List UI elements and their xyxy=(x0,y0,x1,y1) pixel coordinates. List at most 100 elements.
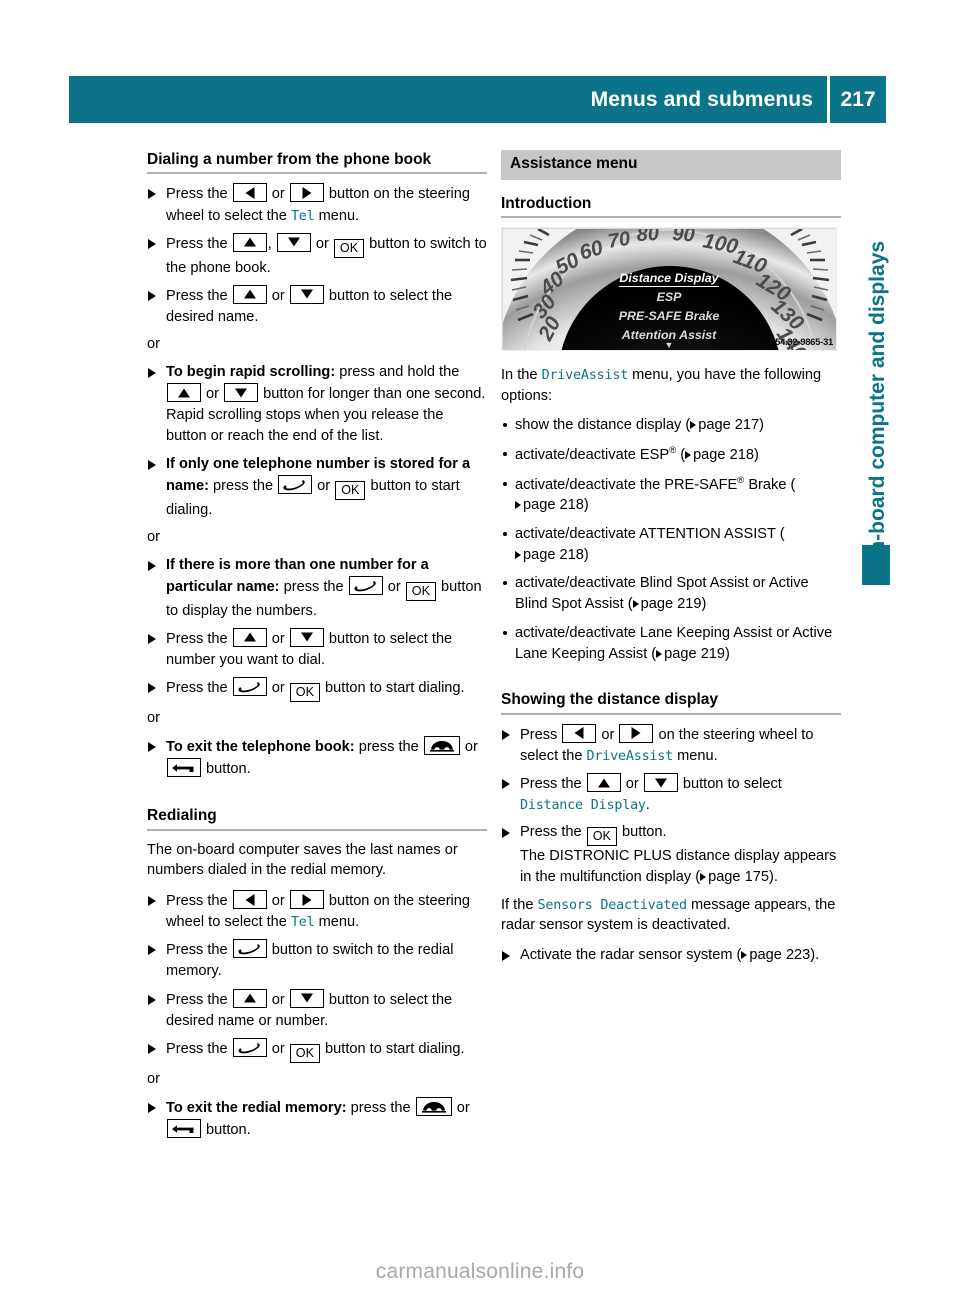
illustration-caption: P54.32-9865-31 xyxy=(769,336,833,348)
heading-showing-distance-display: Showing the distance display xyxy=(501,690,841,715)
assistance-option-item: activate/deactivate ATTENTION ASSIST (pa… xyxy=(501,524,841,565)
arrow-down-button-icon[interactable] xyxy=(224,383,259,403)
page-reference[interactable]: page 219 xyxy=(656,646,725,662)
arrow-down-button-icon[interactable] xyxy=(643,773,678,792)
arrow-down-button-icon[interactable] xyxy=(289,988,324,1008)
arrow-up-button-icon[interactable] xyxy=(232,232,267,252)
instruction-step: Press or on the steering wheel to select… xyxy=(501,723,841,767)
page-header: Menus and submenus 217 xyxy=(69,76,886,123)
back-arrow-button-icon[interactable] xyxy=(167,758,201,778)
arrow-up-button-icon[interactable] xyxy=(232,627,267,647)
page-ref-triangle-icon xyxy=(515,550,521,559)
arrow-right-button-icon[interactable] xyxy=(289,183,324,203)
step-bold-lead: To exit the redial memory: xyxy=(166,1099,347,1116)
intro-lead-before: In the xyxy=(501,366,542,383)
code-term: DriveAssist xyxy=(586,748,674,764)
page-reference[interactable]: page 218 xyxy=(515,547,584,563)
page-ref-triangle-icon xyxy=(741,951,748,960)
instruction-step: Press the or OK button to start dialing. xyxy=(147,1037,487,1063)
instruction-step: Press the button to switch to the redial… xyxy=(147,939,487,982)
triangle-up-icon xyxy=(243,993,256,1003)
arrow-up-button-icon[interactable] xyxy=(232,284,267,304)
arrow-up-button-icon[interactable] xyxy=(232,988,267,1008)
instruction-step: Press the OK button. The DISTRONIC PLUS d… xyxy=(501,822,841,888)
phone-offhook-button-icon[interactable] xyxy=(232,939,267,959)
page-ref-label: page 175 xyxy=(708,869,769,886)
step-bold-lead: To begin rapid scrolling: xyxy=(166,363,336,380)
arrow-left-button-icon[interactable] xyxy=(232,890,267,909)
arrow-up-button-icon[interactable] xyxy=(586,773,621,792)
phone-offhook-button-icon[interactable] xyxy=(232,1037,267,1057)
arrow-down-button-icon[interactable] xyxy=(289,627,324,647)
ok-button-icon[interactable]: OK xyxy=(289,683,320,703)
arrow-right-button-icon[interactable] xyxy=(289,890,324,909)
arrow-left-button-icon[interactable] xyxy=(562,723,597,743)
ok-button-icon[interactable]: OK xyxy=(405,581,436,601)
phone-offhook-button-icon[interactable] xyxy=(348,575,383,595)
page-reference[interactable]: page 175 xyxy=(700,869,769,885)
mfd-item-esp: ESP xyxy=(656,289,682,304)
page-reference[interactable]: page 217 xyxy=(690,417,759,433)
drive-assist-code: DriveAssist xyxy=(541,367,629,383)
instruction-step: Press the or button to select the desire… xyxy=(147,284,487,328)
page-ref-label: page 218 xyxy=(693,446,754,463)
assistance-option-item: activate/deactivate Lane Keeping Assist … xyxy=(501,623,841,664)
instruction-step: Press the or button to select the number… xyxy=(147,627,487,671)
phone-onhook-button-icon[interactable] xyxy=(415,1096,452,1116)
assistance-option-item: activate/deactivate Blind Spot Assist or… xyxy=(501,573,841,614)
page-ref-223[interactable]: page 223 xyxy=(741,947,810,963)
arrow-right-button-icon[interactable] xyxy=(619,723,654,743)
steps-group-3: If there is more than one number for a p… xyxy=(147,555,487,703)
arrow-down-button-icon[interactable] xyxy=(276,232,311,252)
section-header-assistance-menu: Assistance menu xyxy=(501,150,841,180)
mfd-item-pre-safe-brake: PRE-SAFE Brake xyxy=(618,308,720,323)
instruction-step: Press the or button to select the desire… xyxy=(147,988,487,1032)
left-column: Dialing a number from the phone book Pre… xyxy=(147,150,487,1147)
triangle-left-icon xyxy=(245,893,255,906)
footer-watermark: carmanualsonline.info xyxy=(375,1260,585,1283)
svg-text:90: 90 xyxy=(672,228,696,247)
ok-button-icon[interactable]: OK xyxy=(586,827,617,847)
back-arrow-button-icon[interactable] xyxy=(167,1118,201,1138)
right-column: Assistance menu Introduction 20 30 40 50… xyxy=(501,150,841,972)
page-ref-label: page 218 xyxy=(523,497,584,514)
instruction-step: If only one telephone number is stored f… xyxy=(147,454,487,521)
page-reference[interactable]: page 219 xyxy=(632,596,702,613)
arrow-down-button-icon[interactable] xyxy=(289,284,324,304)
page-ref-triangle-icon xyxy=(685,450,692,459)
heading-redialing: Redialing xyxy=(147,806,487,831)
triangle-up-icon xyxy=(243,289,256,299)
code-term: Tel xyxy=(290,208,315,224)
instruction-step: To exit the telephone book: press the or… xyxy=(147,735,487,780)
step-followup: The DISTRONIC PLUS distance display appe… xyxy=(520,848,837,886)
ok-button-icon[interactable]: OK xyxy=(335,480,366,500)
step-bold-lead: To exit the telephone book: xyxy=(166,738,355,755)
ok-button-icon[interactable]: OK xyxy=(333,238,365,258)
triangle-right-icon xyxy=(631,727,641,740)
arrow-left-button-icon[interactable] xyxy=(232,183,267,203)
page-reference[interactable]: page 218 xyxy=(685,447,754,463)
instruction-step: To begin rapid scrolling: press and hold… xyxy=(147,362,487,448)
mfd-item-distance-display: Distance Display xyxy=(619,270,719,287)
page-ref-label: page 218 xyxy=(523,546,584,563)
phone-offhook-button-icon[interactable] xyxy=(278,474,313,494)
triangle-up-icon xyxy=(178,388,190,398)
phone-onhook-button-icon[interactable] xyxy=(423,735,460,755)
arrow-up-button-icon[interactable] xyxy=(167,383,201,403)
activate-radar-after: ). xyxy=(810,947,820,964)
header-title-container: Menus and submenus xyxy=(69,76,827,123)
assistance-option-item: show the distance display (page 217) xyxy=(501,415,841,436)
registered-trademark-icon: ® xyxy=(669,445,677,457)
page-reference[interactable]: page 218 xyxy=(515,497,584,513)
or-separator-2: or xyxy=(147,528,160,545)
ok-button-icon[interactable]: OK xyxy=(289,1043,320,1063)
phone-offhook-glyph xyxy=(238,1042,260,1054)
phone-onhook-glyph xyxy=(429,740,454,752)
page-ref-label: page 219 xyxy=(640,596,702,613)
or-separator-1: or xyxy=(147,336,160,353)
activate-radar-step: Activate the radar sensor system (page 2… xyxy=(501,945,841,966)
sensors-deactivated-code: Sensors Deactivated xyxy=(537,897,688,913)
phone-onhook-glyph xyxy=(421,1101,446,1113)
page-ref-triangle-icon xyxy=(515,501,521,510)
phone-offhook-button-icon[interactable] xyxy=(232,677,267,697)
